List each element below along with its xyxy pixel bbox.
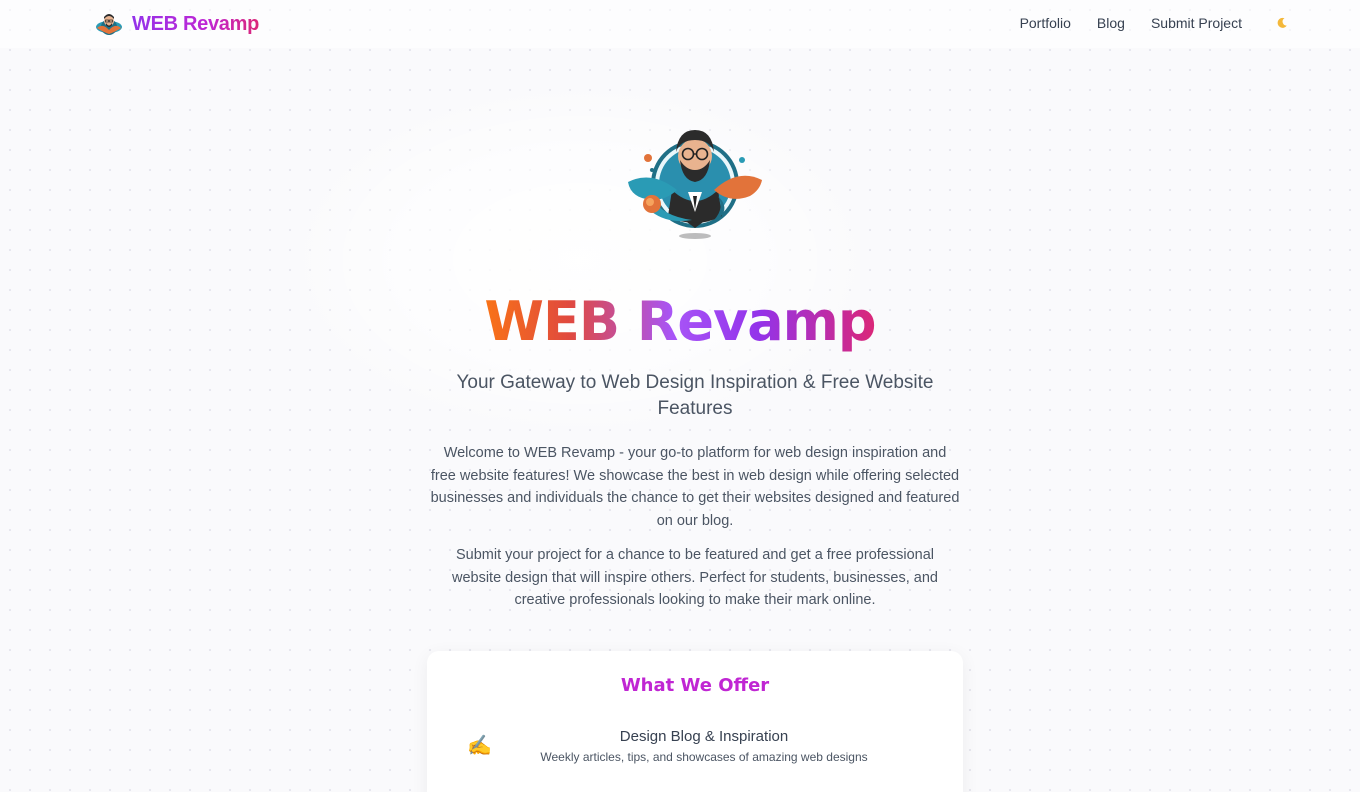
theme-toggle-button[interactable] — [1274, 15, 1290, 31]
offer-item-title: Design Blog & Inspiration — [619, 728, 789, 745]
what-we-offer-card: What We Offer ✍️ Design Blog & Inspirati… — [427, 651, 963, 792]
hero-tagline: Your Gateway to Web Design Inspiration &… — [456, 372, 934, 419]
hero-title-text: WEB Revamp — [484, 290, 876, 353]
top-navbar: WEB Revamp Portfolio Blog Submit Project — [0, 0, 1360, 48]
offer-title: What We Offer — [620, 675, 770, 696]
nav-link-blog[interactable]: Blog — [1097, 15, 1125, 31]
crescent-moon-icon — [1277, 17, 1287, 28]
hero-submit-paragraph: Submit your project for a chance to be f… — [451, 547, 938, 608]
writing-hand-icon: ✍️ — [467, 735, 492, 757]
offer-item-description: Weekly articles, tips, and showcases of … — [540, 750, 868, 764]
brand-link[interactable]: WEB Revamp — [94, 10, 259, 38]
nav-link-portfolio[interactable]: Portfolio — [1020, 15, 1071, 31]
nav-link-submit-project[interactable]: Submit Project — [1151, 15, 1242, 31]
brand-name: WEB Revamp — [132, 12, 260, 35]
hero-intro-paragraph: Welcome to WEB Revamp - your go-to platf… — [430, 445, 960, 529]
offer-item: ✍️ Design Blog & Inspiration Weekly arti… — [467, 727, 923, 771]
hero-title: WEB Revamp — [0, 290, 1360, 354]
main-nav: Portfolio Blog Submit Project — [994, 15, 1290, 31]
developer-avatar-icon — [628, 130, 762, 239]
developer-avatar-icon — [96, 14, 122, 35]
